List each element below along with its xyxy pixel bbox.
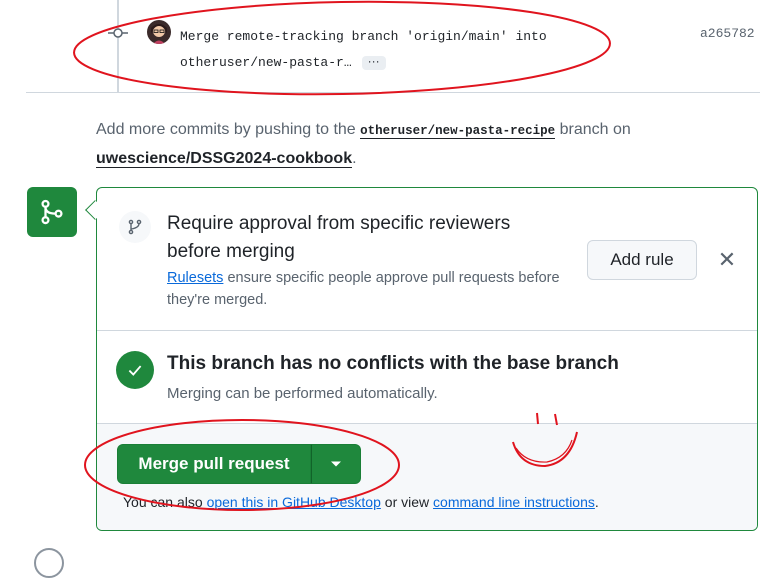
ruleset-desc-text: ensure specific people approve pull requ… xyxy=(167,270,560,308)
alt-middle: or view xyxy=(384,494,430,510)
rulesets-link[interactable]: Rulesets xyxy=(167,270,223,286)
alt-suffix: . xyxy=(594,494,599,510)
commit-message[interactable]: Merge remote-tracking branch 'origin/mai… xyxy=(180,24,600,76)
merge-pull-request-button[interactable]: Merge pull request xyxy=(117,444,311,484)
git-merge-icon xyxy=(27,187,77,237)
ruleset-suggestion: Require approval from specific reviewers… xyxy=(97,188,757,331)
merge-button-group: Merge pull request xyxy=(117,444,361,484)
timeline-line xyxy=(117,0,119,92)
merge-alternatives: You can also open this in GitHub Desktop… xyxy=(123,492,599,512)
merge-method-dropdown[interactable] xyxy=(311,444,361,484)
command-line-link[interactable]: command line instructions xyxy=(433,494,595,510)
triangle-down-icon xyxy=(331,461,341,467)
push-hint: Add more commits by pushing to the other… xyxy=(96,116,736,172)
commit-sha[interactable]: a265782 xyxy=(700,26,755,41)
commit-message-line2[interactable]: otheruser/new-pasta-r… xyxy=(180,55,352,70)
git-commit-icon xyxy=(108,28,128,38)
conflict-status: This branch has no conflicts with the ba… xyxy=(97,331,757,424)
no-conflicts-desc: Merging can be performed automatically. xyxy=(167,385,438,402)
merge-actions: Merge pull request You can also open thi… xyxy=(97,424,757,530)
avatar[interactable] xyxy=(147,20,171,44)
add-rule-button[interactable]: Add rule xyxy=(587,240,697,280)
ruleset-description: Rulesets ensure specific people approve … xyxy=(167,267,587,311)
close-icon[interactable]: ✕ xyxy=(717,248,737,272)
repo-link[interactable]: uwescience/DSSG2024-cookbook xyxy=(96,150,353,168)
branch-name[interactable]: otheruser/new-pasta-recipe xyxy=(360,124,556,139)
merge-box: Require approval from specific reviewers… xyxy=(96,187,758,531)
push-hint-middle: branch on xyxy=(559,121,631,138)
git-branch-icon xyxy=(119,211,151,243)
push-hint-suffix: . xyxy=(352,150,357,167)
github-desktop-link[interactable]: open this in GitHub Desktop xyxy=(207,494,381,510)
no-conflicts-title: This branch has no conflicts with the ba… xyxy=(167,353,619,374)
commit-message-line1[interactable]: Merge remote-tracking branch 'origin/mai… xyxy=(180,29,547,44)
ruleset-title: Require approval from specific reviewers… xyxy=(167,213,511,262)
check-icon xyxy=(116,351,154,389)
divider xyxy=(26,92,760,93)
expand-commit-button[interactable]: ··· xyxy=(361,55,386,70)
push-hint-prefix: Add more commits by pushing to the xyxy=(96,121,356,138)
alt-prefix: You can also xyxy=(123,494,203,510)
